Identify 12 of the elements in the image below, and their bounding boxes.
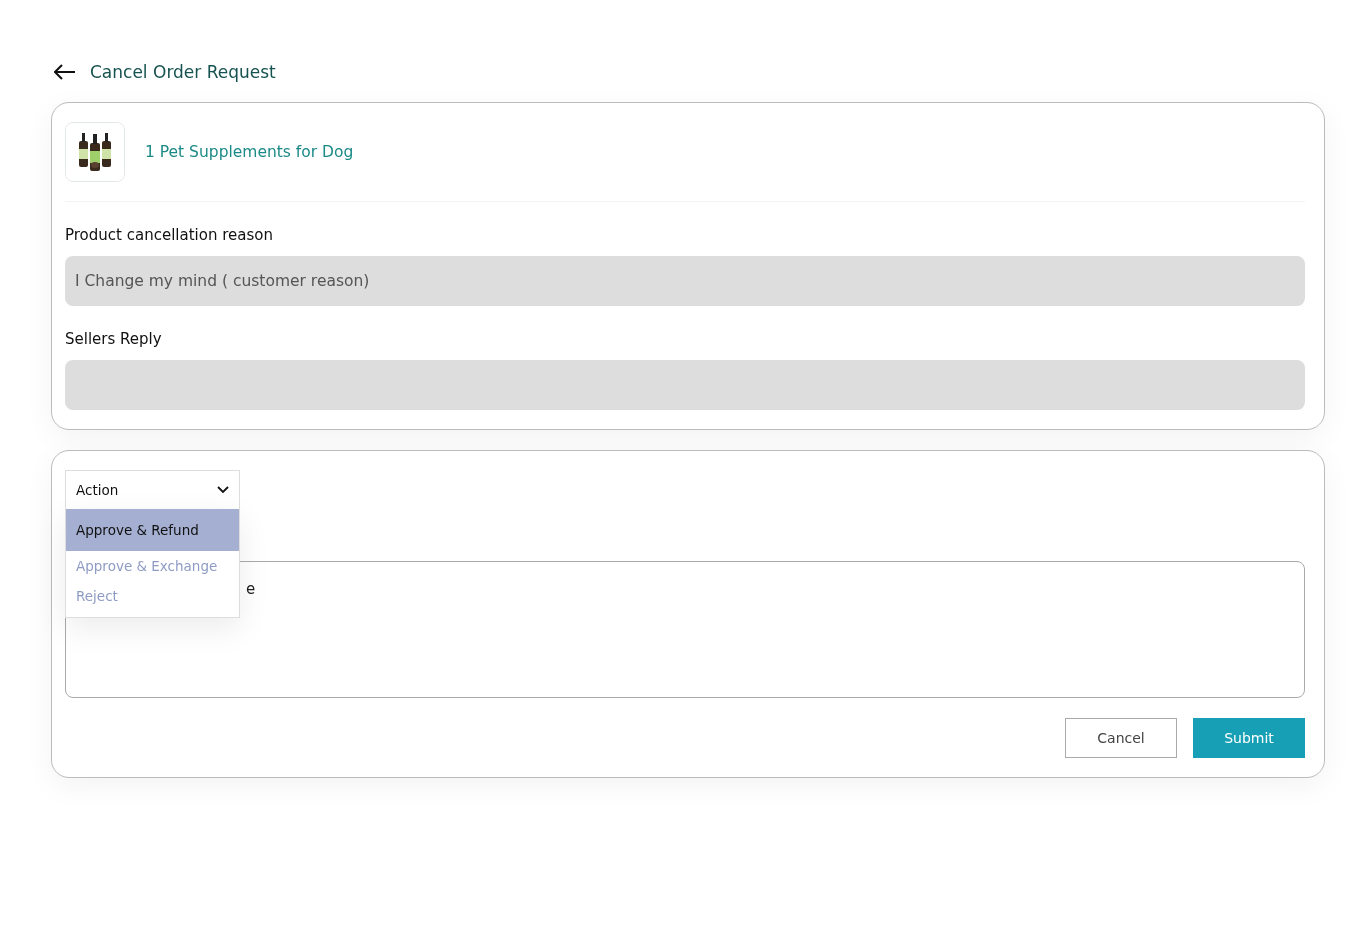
back-arrow-icon[interactable] [54, 64, 76, 80]
product-name[interactable]: 1 Pet Supplements for Dog [145, 143, 354, 161]
field-label: Sellers Reply [65, 330, 163, 348]
field-label: Product cancellation reason [65, 226, 274, 244]
reason-field: I Change my mind ( customer reason) [65, 256, 1305, 306]
action-dropdown[interactable]: Action [65, 470, 240, 510]
page-title: Cancel Order Request [90, 62, 276, 82]
chevron-down-icon [217, 486, 229, 494]
dropdown-option[interactable]: Approve & Refund [66, 509, 239, 551]
submit-button[interactable]: Submit [1193, 718, 1305, 758]
cancel-button[interactable]: Cancel [1065, 718, 1177, 758]
dropdown-option[interactable]: Reject [66, 581, 239, 611]
